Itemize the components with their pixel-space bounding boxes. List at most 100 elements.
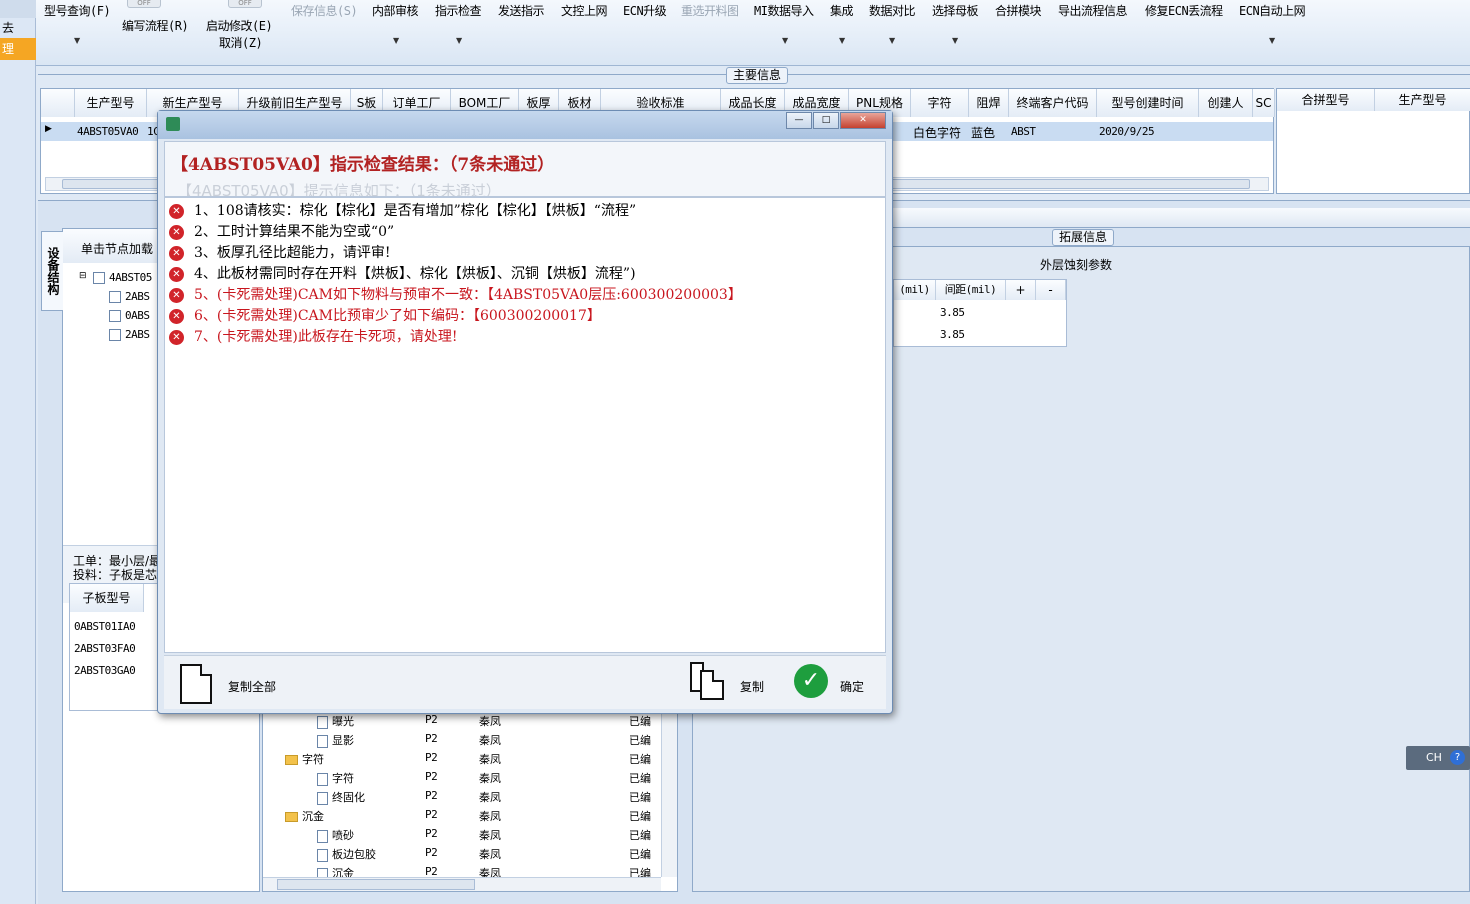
checkbox[interactable] <box>109 291 121 303</box>
col-header[interactable]: (mil) <box>894 280 936 300</box>
ecn-auto-online-button[interactable]: ECN自动上网 <box>1239 2 1306 19</box>
flow-cell-operator: 秦凤 <box>479 810 501 823</box>
confirm-check-icon[interactable]: ✓ <box>794 664 828 698</box>
chevron-down-icon[interactable]: ▼ <box>782 36 788 45</box>
tab-device-structure[interactable]: 设备结构 <box>41 231 63 311</box>
integrate-button[interactable]: 集成 <box>830 2 854 19</box>
result-item[interactable]: ✕ 7、(卡死需处理)此板存在卡死项，请处理! <box>169 326 457 346</box>
chevron-down-icon[interactable]: ▼ <box>393 36 399 45</box>
result-item-text: 7、(卡死需处理)此板存在卡死项，请处理! <box>194 329 458 345</box>
select-mother-board-button[interactable]: 选择母板 <box>932 2 979 19</box>
sub-board-cell[interactable]: 0ABST01IA0 <box>74 620 136 633</box>
grid-corner <box>41 89 75 117</box>
nav-item-2-active[interactable]: 理 <box>0 38 36 60</box>
start-modify-button[interactable]: 启动修改(E) <box>206 17 273 34</box>
tree-node-root[interactable]: ⊟ 4ABST05 <box>79 271 152 284</box>
left-nav-strip: 去 理 <box>0 0 36 904</box>
merge-module-button[interactable]: 合拼模块 <box>995 2 1042 19</box>
col-header[interactable]: 生产型号 <box>1375 89 1470 111</box>
col-header[interactable]: 合拼型号 <box>1277 89 1375 111</box>
checkbox[interactable] <box>109 310 121 322</box>
help-icon[interactable]: ? <box>1450 750 1465 765</box>
close-button[interactable]: ✕ <box>840 112 886 129</box>
tree-node[interactable]: 2ABS <box>109 290 150 303</box>
sub-board-cell[interactable]: 2ABST03GA0 <box>74 664 136 677</box>
result-item[interactable]: ✕ 4、此板材需同时存在开料【烘板】、棕化【烘板】、沉铜【烘板】流程”) <box>169 263 636 283</box>
flow-tree-row[interactable]: 曝光 <box>317 713 354 729</box>
save-info-button[interactable]: 保存信息(S) <box>291 2 358 19</box>
spacing-value[interactable]: 3.85 <box>940 306 965 319</box>
col-header[interactable]: 子板型号 <box>70 584 144 612</box>
col-header[interactable]: SC <box>1253 89 1275 117</box>
flow-tree-row[interactable]: 沉金 <box>285 808 324 824</box>
nav-item-top[interactable] <box>0 0 36 18</box>
col-header[interactable]: 生产型号 <box>75 89 147 117</box>
col-header[interactable]: 阻焊 <box>969 89 1009 117</box>
copy-all-button[interactable]: 复制全部 <box>228 678 276 695</box>
col-header[interactable]: 创建人 <box>1199 89 1253 117</box>
chevron-down-icon[interactable]: ▼ <box>889 36 895 45</box>
chevron-down-icon[interactable]: ▼ <box>1269 36 1275 45</box>
language-bar[interactable]: CH ? <box>1406 746 1470 770</box>
send-indication-button[interactable]: 发送指示 <box>498 2 545 19</box>
result-item[interactable]: ✕ 1、108请核实：棕化【棕化】是否有增加”棕化【棕化】【烘板】“流程” <box>169 200 636 220</box>
copy-icon[interactable] <box>700 670 724 700</box>
col-header[interactable]: 型号创建时间 <box>1097 89 1199 117</box>
nav-item-1[interactable]: 去 <box>0 18 36 38</box>
flow-tree-row[interactable]: 板边包胶 <box>317 846 376 862</box>
folder-icon <box>285 812 298 822</box>
col-header[interactable]: 终端客户代码 <box>1009 89 1097 117</box>
ribbon-toolbar: OFF OFF 型号查询(F) ▼ 编写流程(R) 启动修改(E) 取消(Z) … <box>36 0 1470 66</box>
cancel-button[interactable]: 取消(Z) <box>219 34 263 51</box>
chevron-down-icon[interactable]: ▼ <box>456 36 462 45</box>
result-item[interactable]: ✕ 6、(卡死需处理)CAM比预审少了如下编码：【600300200017】 <box>169 305 601 325</box>
flow-tree-row[interactable]: 字符 <box>285 751 324 767</box>
checkbox[interactable] <box>109 329 121 341</box>
flow-cell-p: P2 <box>425 770 438 783</box>
flow-cell-operator: 秦凤 <box>479 753 501 766</box>
dialog-titlebar[interactable]: — □ ✕ <box>158 111 892 139</box>
flow-tree-row[interactable]: 喷砂 <box>317 827 354 843</box>
ecn-upgrade-button[interactable]: ECN升级 <box>623 2 667 19</box>
data-compare-button[interactable]: 数据对比 <box>869 2 916 19</box>
flow-tree-row[interactable]: 字符 <box>317 770 354 786</box>
internal-review-button[interactable]: 内部审核 <box>372 2 419 19</box>
flow-tree-row[interactable]: 显影 <box>317 732 354 748</box>
col-header[interactable]: 间距(mil) <box>936 280 1006 300</box>
flow-h-scrollbar[interactable] <box>263 877 661 891</box>
result-item[interactable]: ✕ 3、板厚孔径比超能力，请评审! <box>169 242 391 262</box>
tree-node[interactable]: 0ABS <box>109 309 150 322</box>
result-item[interactable]: ✕ 5、(卡死需处理)CAM如下物料与预审不一致：【4ABST05VA0层压:60… <box>169 284 742 304</box>
toggle-switch-2[interactable]: OFF <box>228 0 262 8</box>
indication-check-button[interactable]: 指示检查 <box>435 2 482 19</box>
toggle-switch-1[interactable]: OFF <box>127 0 161 8</box>
chevron-down-icon[interactable]: ▼ <box>952 36 958 45</box>
section-title-text: 外层蚀刻参数 <box>1039 258 1112 272</box>
query-model-button[interactable]: 型号查询(F) <box>44 2 111 19</box>
repair-ecn-flow-button[interactable]: 修复ECN丢流程 <box>1145 2 1223 19</box>
result-item[interactable]: ✕ 2、工时计算结果不能为空或“0” <box>169 221 394 241</box>
tree-node[interactable]: 2ABS <box>109 328 150 341</box>
col-header[interactable]: - <box>1036 280 1066 300</box>
chevron-down-icon[interactable]: ▼ <box>839 36 845 45</box>
flow-v-scrollbar[interactable] <box>661 709 677 877</box>
chevron-down-icon[interactable]: ▼ <box>74 36 80 45</box>
flow-tree-row[interactable]: 终固化 <box>317 789 365 805</box>
write-flow-button[interactable]: 编写流程(R) <box>122 17 189 34</box>
col-header[interactable]: 字符 <box>911 89 969 117</box>
language-label: CH <box>1426 751 1442 764</box>
maximize-button[interactable]: □ <box>813 112 839 129</box>
minimize-button[interactable]: — <box>786 112 812 129</box>
mi-data-import-button[interactable]: MI数据导入 <box>754 2 814 19</box>
spacing-value[interactable]: 3.85 <box>940 328 965 341</box>
flow-h-scrollbar-thumb[interactable] <box>277 879 475 890</box>
ok-button[interactable]: 确定 <box>840 678 864 695</box>
col-header[interactable]: + <box>1006 280 1036 300</box>
sub-board-cell[interactable]: 2ABST03FA0 <box>74 642 136 655</box>
export-flow-info-button[interactable]: 导出流程信息 <box>1058 2 1128 19</box>
doc-control-online-button[interactable]: 文控上网 <box>561 2 608 19</box>
checkbox[interactable] <box>93 272 105 284</box>
reselect-cutting-button[interactable]: 重选开料图 <box>681 2 739 19</box>
copy-button[interactable]: 复制 <box>740 678 764 695</box>
copy-all-icon[interactable] <box>180 664 212 704</box>
